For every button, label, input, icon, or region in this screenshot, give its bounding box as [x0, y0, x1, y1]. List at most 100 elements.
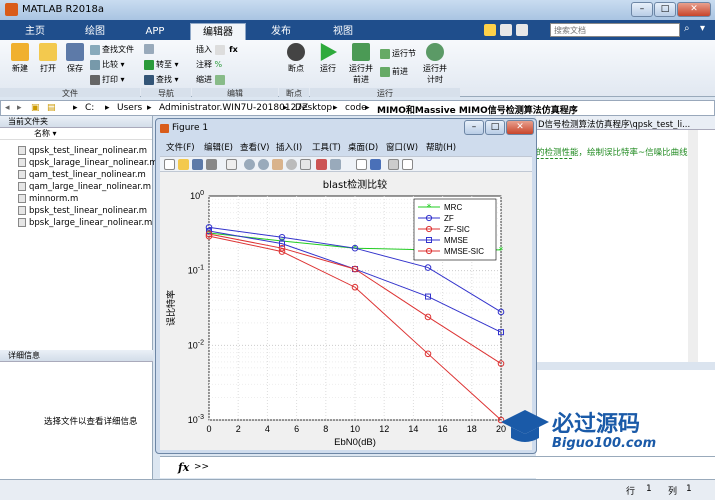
redo-icon[interactable]	[516, 24, 528, 36]
run-time-button[interactable]: 运行并计时	[420, 43, 450, 85]
list-item[interactable]: minnorm.m	[18, 194, 78, 204]
save-quick-icon[interactable]	[484, 24, 496, 36]
name-column-header[interactable]: 名称 ▾	[0, 128, 152, 140]
list-item[interactable]: qpsk_larage_linear_nolinear.m	[18, 158, 158, 168]
forward-icon[interactable]: ▸	[17, 103, 22, 113]
tab-editor[interactable]: 编辑器	[190, 23, 246, 40]
address-bar[interactable]: ◂ ▸ ▣ ▤ ▸ C: ▸ Users ▸ Administrator.WIN…	[0, 100, 715, 116]
show-tools-icon[interactable]	[402, 159, 413, 170]
legend-icon[interactable]	[370, 159, 381, 170]
new-figure-icon[interactable]	[164, 159, 175, 170]
figure-maximize-button[interactable]: □	[485, 120, 505, 135]
insert-icon	[214, 44, 225, 55]
menu-insert[interactable]: 插入(I)	[276, 141, 302, 153]
breakpoints-section-label: 断点	[279, 88, 309, 98]
hide-tools-icon[interactable]	[388, 159, 399, 170]
data-cursor-icon[interactable]	[300, 159, 311, 170]
run-button[interactable]: 运行	[314, 43, 342, 74]
tab-apps[interactable]: APP	[128, 23, 182, 40]
nav-back-button[interactable]	[144, 44, 156, 54]
comment-divider	[536, 158, 572, 159]
tab-publish[interactable]: 发布	[254, 23, 308, 40]
ribbon-tabs: 主页 绘图 APP 编辑器 发布 视图 ⌕ ▾	[0, 20, 715, 40]
print-label: 打印	[102, 75, 118, 84]
colorbar-icon[interactable]	[356, 159, 367, 170]
save-icon	[66, 43, 84, 61]
menu-desktop[interactable]: 桌面(D)	[348, 141, 378, 153]
insert-button[interactable]: 插入 fx	[196, 44, 238, 55]
figure-window[interactable]: Figure 1 – □ ✕ 文件(F) 编辑(E) 查看(V) 插入(I) 工…	[155, 118, 537, 454]
path-crumb[interactable]: code	[345, 103, 367, 113]
figure-title: Figure 1	[172, 123, 209, 133]
save-figure-icon[interactable]	[192, 159, 203, 170]
find-icon	[144, 74, 154, 85]
close-button[interactable]: ✕	[677, 2, 711, 17]
x-tick-label: 4	[265, 424, 270, 434]
menu-window[interactable]: 窗口(W)	[386, 141, 418, 153]
brush-icon[interactable]	[316, 159, 327, 170]
find-files-button[interactable]: 查找文件	[90, 44, 134, 55]
menu-file[interactable]: 文件(F)	[166, 141, 195, 153]
collapse-ribbon-icon[interactable]: ▾	[700, 23, 705, 34]
tab-plots[interactable]: 绘图	[68, 23, 122, 40]
list-item[interactable]: qpsk_test_linear_nolinear.m	[18, 146, 147, 156]
advance-button[interactable]: 前进	[380, 66, 408, 77]
comment-button[interactable]: 注释 %	[196, 59, 222, 70]
new-button[interactable]: 新建	[6, 43, 34, 74]
list-item[interactable]: bpsk_large_linear_nolinear.m	[18, 218, 152, 228]
fx-icon[interactable]: fx	[229, 45, 238, 54]
open-button[interactable]: 打开	[34, 43, 62, 74]
editor-scrollbar[interactable]	[688, 130, 698, 362]
search-icon[interactable]: ⌕	[684, 23, 690, 34]
m-file-icon	[18, 206, 26, 215]
compare-button[interactable]: 比较 ▾	[90, 59, 125, 70]
x-tick-label: 0	[206, 424, 211, 434]
path-crumb[interactable]: Users	[117, 103, 142, 113]
find-button[interactable]: 查找 ▾	[144, 74, 179, 85]
up-folder-icon[interactable]: ▣	[31, 103, 40, 113]
open-figure-icon[interactable]	[178, 159, 189, 170]
menu-edit[interactable]: 编辑(E)	[204, 141, 233, 153]
print-button[interactable]: 打印 ▾	[90, 74, 125, 85]
minimize-button[interactable]: –	[631, 2, 653, 17]
link-icon[interactable]	[330, 159, 341, 170]
list-item[interactable]: bpsk_test_linear_nolinear.m	[18, 206, 147, 216]
menu-tools[interactable]: 工具(T)	[312, 141, 341, 153]
undo-icon[interactable]	[500, 24, 512, 36]
pan-icon[interactable]	[272, 159, 283, 170]
indent-button[interactable]: 缩进	[196, 74, 227, 85]
tab-view[interactable]: 视图	[316, 23, 370, 40]
list-item[interactable]: qam_large_linear_nolinear.m	[18, 182, 151, 192]
menu-view[interactable]: 查看(V)	[240, 141, 269, 153]
legend-marker: *	[427, 203, 432, 213]
save-button[interactable]: 保存	[62, 43, 88, 74]
breakpoints-label: 断点	[288, 64, 304, 73]
editor-tab[interactable]: D信号检测算法仿真程序\qpsk_test_li...	[536, 116, 715, 130]
zoom-in-icon[interactable]	[244, 159, 255, 170]
file-name: qam_large_linear_nolinear.m	[29, 182, 152, 192]
percent-icon: %	[214, 60, 223, 69]
rotate-icon[interactable]	[286, 159, 297, 170]
x-tick-label: 2	[236, 424, 241, 434]
status-bar: 行 1 列 1	[0, 479, 715, 500]
maximize-button[interactable]: □	[654, 2, 676, 17]
insert-label: 插入	[196, 45, 212, 54]
search-input[interactable]	[550, 23, 680, 37]
print-figure-icon[interactable]	[206, 159, 217, 170]
breakpoints-button[interactable]: 断点	[282, 43, 310, 74]
path-crumb[interactable]: MIMO和Massive MIMO信号检测算法仿真程序	[377, 103, 578, 116]
path-crumb[interactable]: Desktop	[295, 103, 332, 113]
goto-button[interactable]: 转至 ▾	[144, 59, 179, 70]
menu-help[interactable]: 帮助(H)	[426, 141, 456, 153]
figure-minimize-button[interactable]: –	[464, 120, 484, 135]
figure-close-button[interactable]: ✕	[506, 120, 534, 135]
zoom-out-icon[interactable]	[258, 159, 269, 170]
run-section-button[interactable]: 运行节	[380, 48, 416, 59]
pointer-icon[interactable]	[226, 159, 237, 170]
path-crumb[interactable]: C:	[85, 103, 94, 113]
browse-folder-icon[interactable]: ▤	[47, 103, 56, 113]
back-icon[interactable]: ◂	[5, 103, 10, 113]
run-advance-button[interactable]: 运行并前进	[346, 43, 376, 85]
tab-home[interactable]: 主页	[8, 23, 62, 40]
list-item[interactable]: qam_test_linear_nolinear.m	[18, 170, 146, 180]
